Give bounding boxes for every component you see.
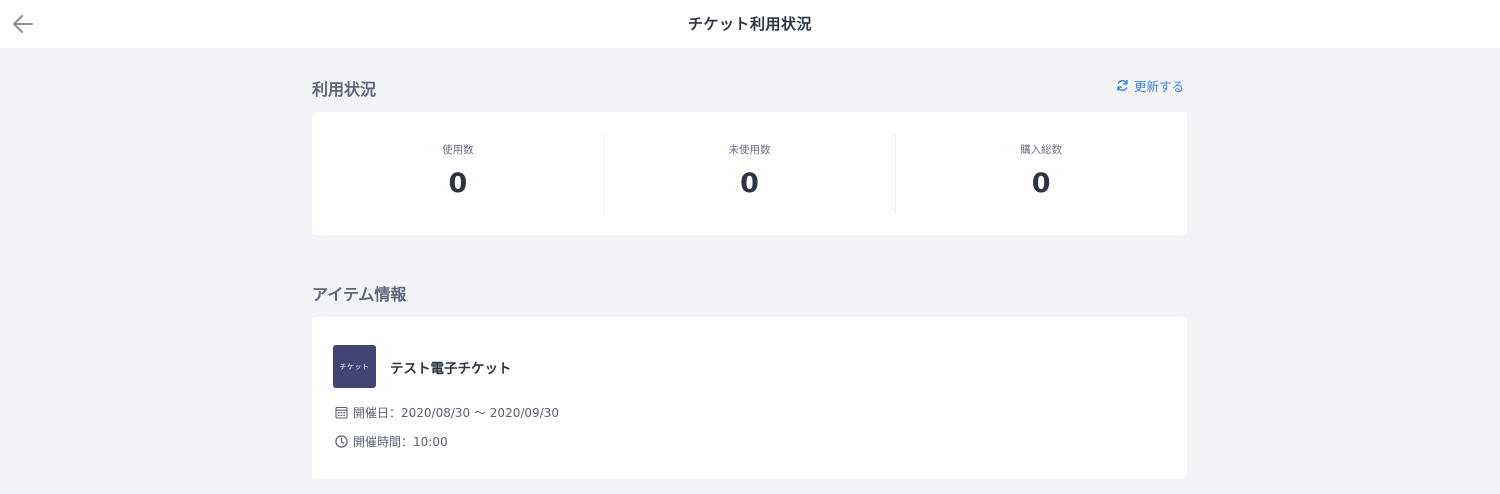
item-name: テスト電子チケット [390, 361, 512, 377]
stat-label: 未使用数 [728, 144, 771, 156]
stat-total-purchased: 購入総数 0 [895, 112, 1187, 235]
stat-unused: 未使用数 0 [603, 112, 896, 235]
usage-section-heading: 利用状況 [312, 80, 377, 99]
event-time-row: 開催時間：10:00 [335, 432, 448, 450]
stat-value: 0 [740, 168, 759, 199]
stat-value: 0 [1031, 168, 1051, 199]
stat-value: 0 [448, 168, 468, 199]
item-thumbnail: チケット [333, 345, 376, 388]
event-time-label: 開催時間：10:00 [353, 434, 448, 449]
refresh-label: 更新する [1134, 78, 1185, 94]
stat-label: 使用数 [442, 144, 474, 156]
event-date-row: 開催日：2020/08/30 〜 2020/09/30 [335, 403, 559, 421]
stat-label: 購入総数 [1020, 144, 1063, 156]
clock-icon [335, 434, 348, 448]
calendar-icon [335, 406, 348, 419]
item-info-section-heading: アイテム情報 [312, 285, 407, 304]
stat-used: 使用数 0 [312, 112, 604, 235]
refresh-icon [1116, 79, 1129, 92]
top-bar: チケット利用状況 [0, 0, 1500, 48]
item-info-card: チケット テスト電子チケット 開催日：2020/08/30 〜 2020/09/… [312, 317, 1187, 479]
event-date-label: 開催日：2020/08/30 〜 2020/09/30 [353, 405, 559, 420]
refresh-button[interactable]: 更新する [1116, 75, 1184, 95]
usage-stats-card: 使用数 0 未使用数 0 購入総数 0 [312, 112, 1187, 235]
page-title: チケット利用状況 [687, 15, 812, 33]
